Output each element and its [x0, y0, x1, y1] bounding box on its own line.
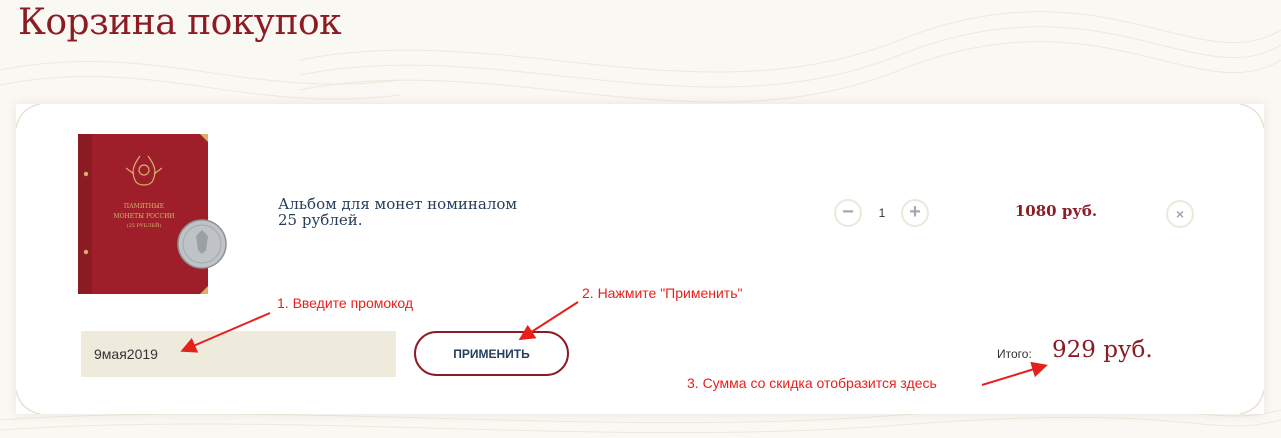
item-price: 1080 руб. [1014, 202, 1098, 220]
close-icon: × [1175, 206, 1185, 222]
corner-ornament [1240, 390, 1264, 414]
plus-icon: + [909, 201, 921, 223]
total-value: 929 руб. [1052, 337, 1153, 363]
page-title: Корзина покупок [18, 2, 342, 43]
remove-item-button[interactable]: × [1166, 200, 1194, 228]
promo-code-input[interactable] [81, 331, 396, 377]
total-label: Итого: [997, 347, 1032, 361]
increase-quantity-button[interactable]: + [901, 199, 929, 227]
product-name[interactable]: Альбом для монет номиналом 25 рублей. [278, 196, 538, 228]
corner-ornament [16, 104, 40, 128]
product-image[interactable]: ПАМЯТНЫЕ МОНЕТЫ РОССИИ (25 РУБЛЕЙ) [78, 134, 228, 296]
minus-icon: − [842, 201, 854, 223]
annotation-step-3: 3. Сумма со скидка отобразится здесь [687, 375, 937, 391]
corner-ornament [16, 390, 40, 414]
cart-panel: ПАМЯТНЫЕ МОНЕТЫ РОССИИ (25 РУБЛЕЙ) Альбо… [16, 104, 1264, 414]
svg-text:ПАМЯТНЫЕ: ПАМЯТНЫЕ [124, 203, 164, 210]
corner-ornament [1240, 104, 1264, 128]
svg-text:(25 РУБЛЕЙ): (25 РУБЛЕЙ) [127, 221, 162, 229]
annotation-step-2: 2. Нажмите "Применить" [582, 285, 743, 301]
svg-text:МОНЕТЫ РОССИИ: МОНЕТЫ РОССИИ [113, 213, 174, 220]
annotation-step-1: 1. Введите промокод [277, 295, 414, 311]
apply-promo-button[interactable]: ПРИМЕНИТЬ [414, 331, 569, 376]
decrease-quantity-button[interactable]: − [834, 199, 862, 227]
quantity-value: 1 [878, 206, 886, 220]
